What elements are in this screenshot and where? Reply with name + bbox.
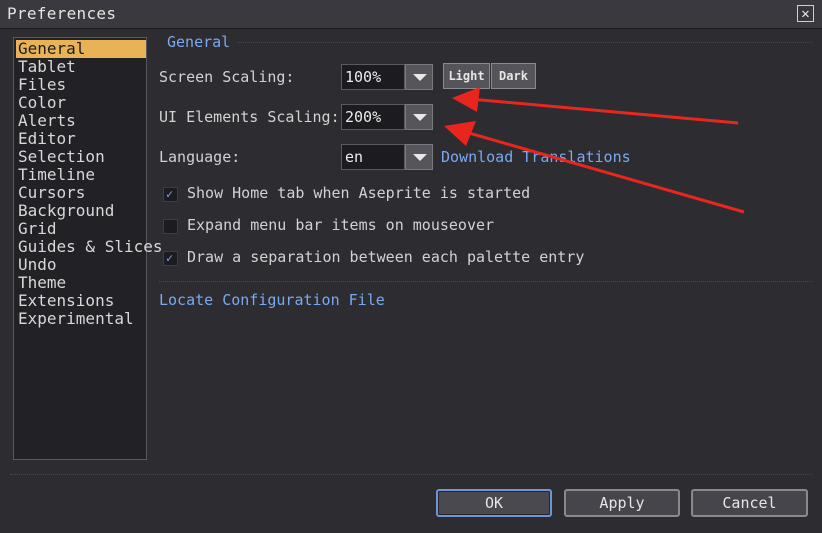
sidebar-item-grid[interactable]: Grid [16,220,146,238]
palette-separation-label: Draw a separation between each palette e… [187,248,585,266]
sidebar-item-extensions[interactable]: Extensions [16,292,146,310]
language-value[interactable]: en [341,144,405,170]
checkmark-icon: ✓ [166,251,174,265]
sidebar-item-theme[interactable]: Theme [16,274,146,292]
expand-menu-bar-label: Expand menu bar items on mouseover [187,216,495,234]
close-icon: ✕ [801,6,810,22]
sidebar-item-timeline[interactable]: Timeline [16,166,146,184]
window-title: Preferences [7,4,117,23]
ui-scaling-dropdown-button[interactable] [405,104,433,130]
ui-scaling-value[interactable]: 200% [341,104,405,130]
options-divider [159,281,812,282]
sidebar-item-guides-slices[interactable]: Guides & Slices [16,238,163,256]
sidebar-item-experimental[interactable]: Experimental [16,310,146,328]
sidebar-item-general[interactable]: General [16,40,146,58]
screen-scaling-value[interactable]: 100% [341,64,405,90]
show-home-tab-label: Show Home tab when Aseprite is started [187,184,531,202]
sidebar-item-tablet[interactable]: Tablet [16,58,146,76]
palette-separation-checkbox[interactable]: ✓ [163,251,178,266]
arrow-to-theme-buttons [452,87,739,125]
option-expand-menu-bar[interactable]: Expand menu bar items on mouseover [163,216,563,236]
dark-theme-button[interactable]: Dark [491,63,536,89]
show-home-tab-checkbox[interactable]: ✓ [163,187,178,202]
light-theme-button[interactable]: Light [443,63,490,89]
locate-configuration-file-link[interactable]: Locate Configuration File [159,291,385,309]
ok-button[interactable]: OK [436,489,552,517]
title-bar[interactable]: Preferences ✕ [0,0,822,29]
footer-divider [10,474,812,475]
section-title: General [167,33,231,51]
language-dropdown-button[interactable] [405,144,433,170]
chevron-down-icon [413,114,427,121]
expand-menu-bar-checkbox[interactable] [163,219,178,234]
screen-scaling-label: Screen Scaling: [159,68,295,86]
sidebar-item-editor[interactable]: Editor [16,130,146,148]
sidebar-item-background[interactable]: Background [16,202,146,220]
apply-button[interactable]: Apply [564,489,680,517]
sidebar-item-files[interactable]: Files [16,76,146,94]
sidebar-item-cursors[interactable]: Cursors [16,184,146,202]
screen-scaling-dropdown-button[interactable] [405,64,433,90]
ui-scaling-combobox[interactable]: 200% [341,104,433,130]
checkmark-icon: ✓ [166,187,174,201]
cancel-button[interactable]: Cancel [691,489,808,517]
sidebar-item-selection[interactable]: Selection [16,148,146,166]
option-palette-separation[interactable]: ✓ Draw a separation between each palette… [163,248,603,268]
screen-scaling-combobox[interactable]: 100% [341,64,433,90]
section-divider [237,42,812,43]
preferences-sidebar: General Tablet Files Color Alerts Editor… [13,37,163,460]
sidebar-item-undo[interactable]: Undo [16,256,146,274]
ui-scaling-label: UI Elements Scaling: [159,108,340,126]
chevron-down-icon [413,154,427,161]
download-translations-link[interactable]: Download Translations [441,148,631,166]
sidebar-item-alerts[interactable]: Alerts [16,112,146,130]
sidebar-item-color[interactable]: Color [16,94,146,112]
language-combobox[interactable]: en [341,144,433,170]
option-show-home-tab[interactable]: ✓ Show Home tab when Aseprite is started [163,184,563,204]
language-label: Language: [159,148,241,166]
preferences-window: Preferences ✕ General Tablet Files Color… [0,0,822,533]
chevron-down-icon [413,74,427,81]
close-button[interactable]: ✕ [797,5,814,22]
